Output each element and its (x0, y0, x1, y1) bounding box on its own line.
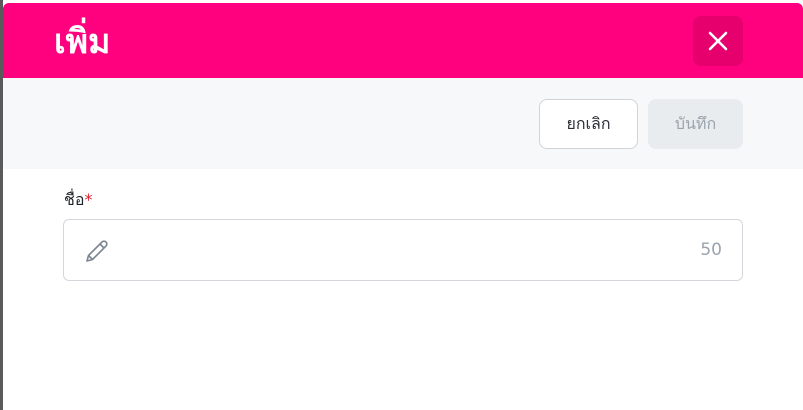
close-icon (708, 31, 728, 51)
char-counter: 50 (700, 240, 722, 260)
dialog-frame: เพิ่ม ยกเลิก บันทึก ชื่อ* 50 (0, 0, 803, 410)
required-marker: * (84, 190, 93, 209)
name-field-label: ชื่อ* (64, 189, 92, 211)
name-field[interactable]: 50 (63, 219, 743, 281)
dialog-header: เพิ่ม (3, 3, 803, 78)
dialog-title: เพิ่ม (54, 22, 111, 62)
dialog-toolbar: ยกเลิก บันทึก (3, 78, 803, 169)
pencil-icon (86, 240, 108, 262)
name-input[interactable] (122, 232, 682, 268)
cancel-button[interactable]: ยกเลิก (539, 99, 638, 149)
save-button[interactable]: บันทึก (648, 99, 743, 149)
name-field-label-text: ชื่อ (64, 190, 85, 209)
close-button[interactable] (693, 16, 743, 66)
